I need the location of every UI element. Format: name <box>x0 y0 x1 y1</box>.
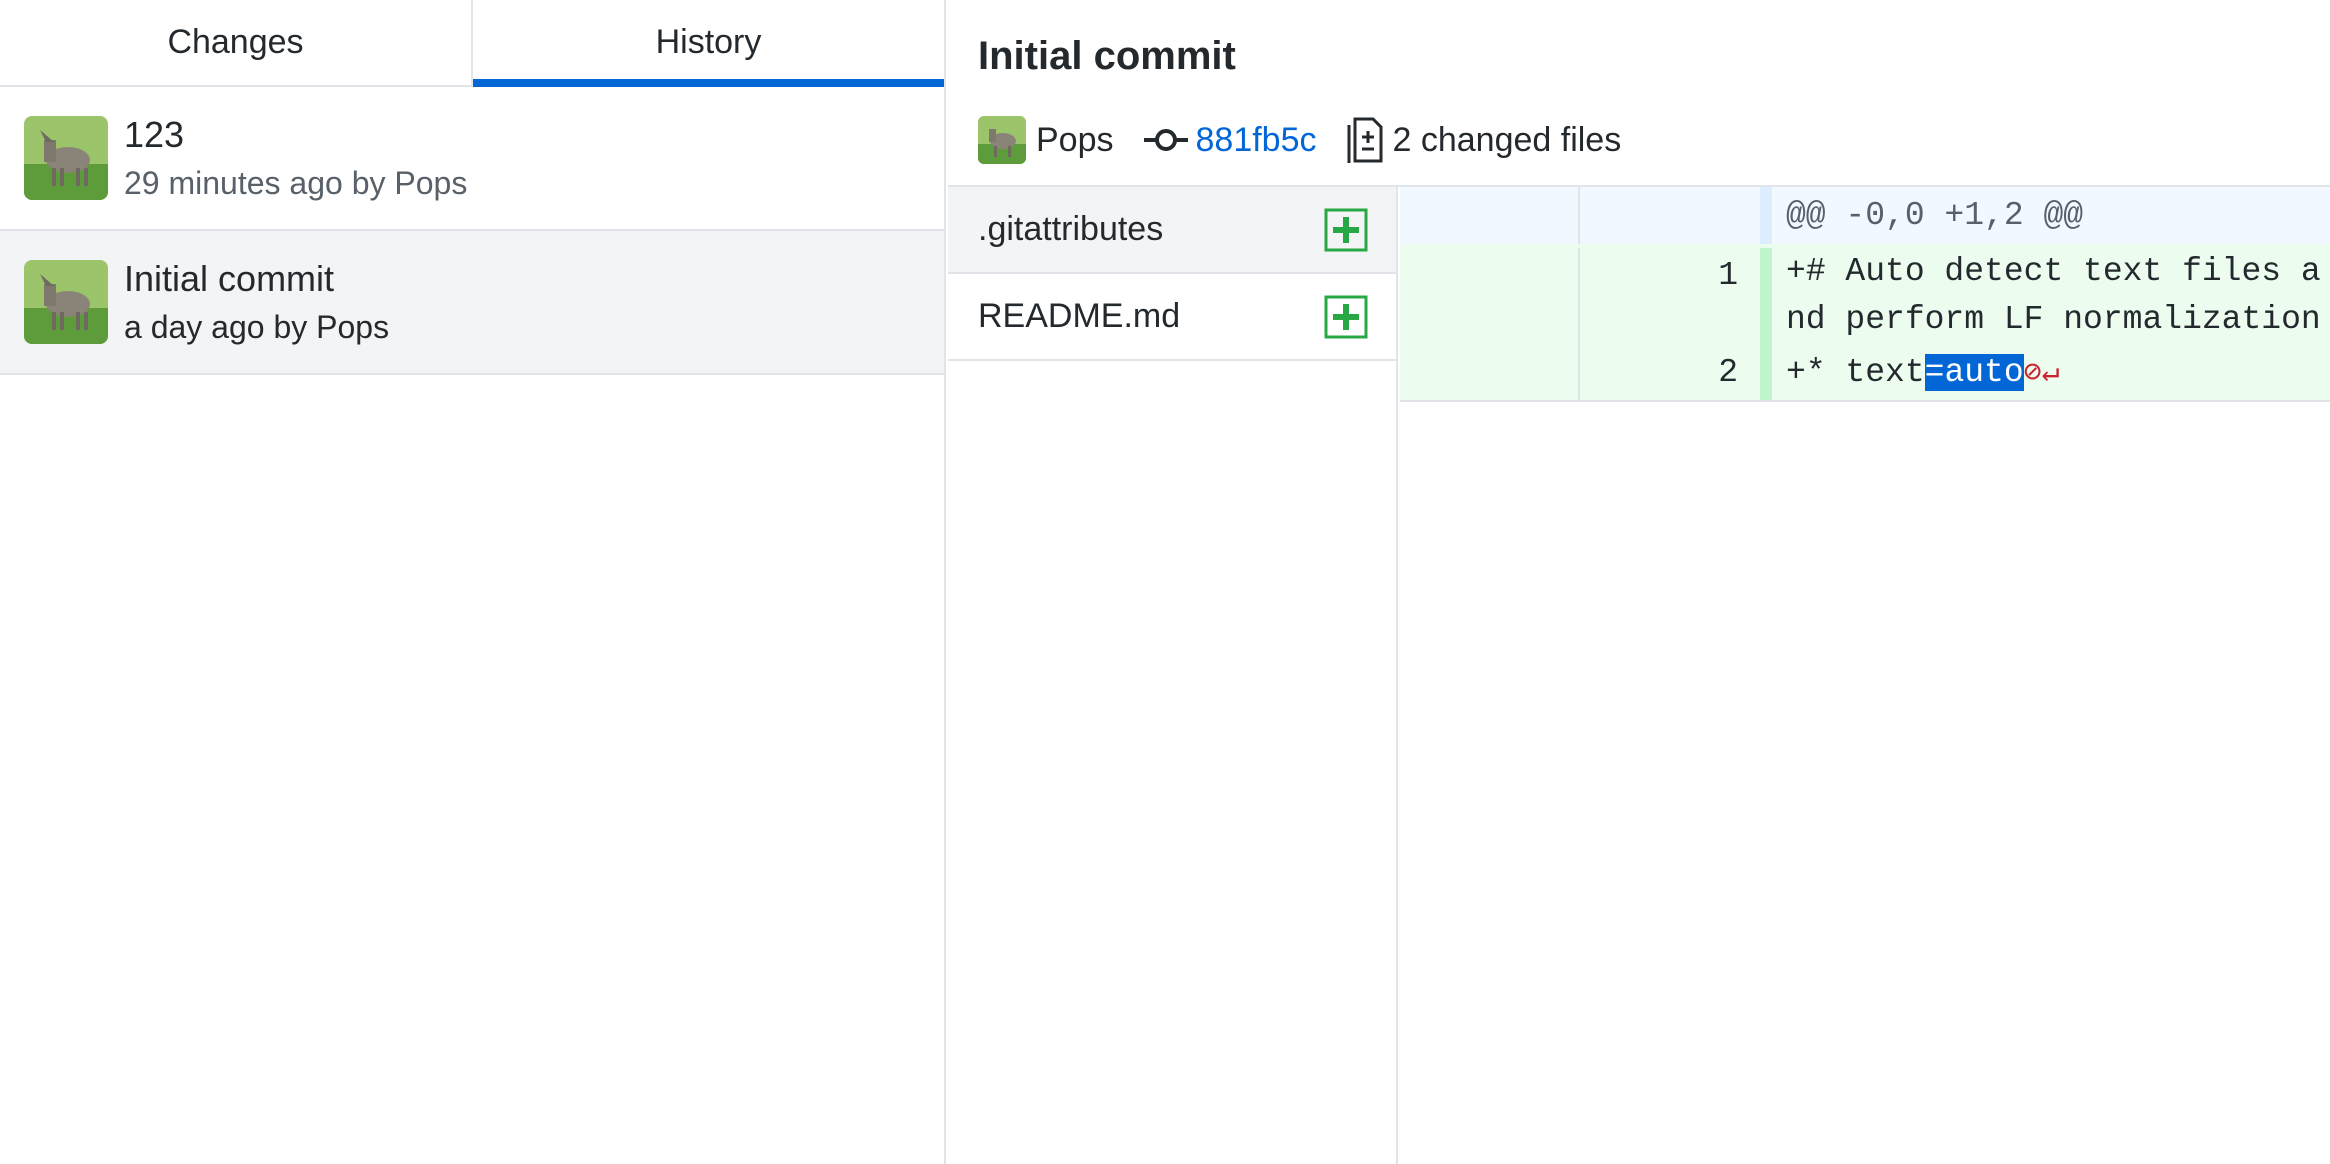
commit-summary: 123 <box>124 114 185 155</box>
old-line-number <box>1400 349 1580 400</box>
commit-list-item[interactable]: Initial commit a day ago by Pops <box>0 231 944 375</box>
commit-list-item[interactable]: 123 29 minutes ago by Pops <box>0 87 944 231</box>
no-newline-icon: ⊘↵ <box>2023 357 2060 391</box>
file-added-icon <box>1324 295 1368 338</box>
file-list-item[interactable]: .gitattributes <box>948 187 1396 274</box>
old-line-number <box>1400 248 1580 349</box>
selected-text: =auto <box>1924 354 2024 391</box>
avatar <box>24 260 108 344</box>
tab-history[interactable]: History <box>471 0 944 87</box>
commit-meta: a day ago by Pops <box>124 309 390 345</box>
old-line-number <box>1400 187 1580 244</box>
new-line-number <box>1580 187 1760 244</box>
commit-list: 123 29 minutes ago by Pops Initial commi… <box>0 87 944 375</box>
commit-summary: Initial commit <box>124 258 335 299</box>
diff-line[interactable]: 2 +* text=auto⊘↵ <box>1400 349 2330 402</box>
hunk-header-text: @@ -0,0 +1,2 @@ <box>1786 197 2084 234</box>
avatar <box>24 116 108 200</box>
file-list-item[interactable]: README.md <box>948 274 1396 361</box>
tab-changes[interactable]: Changes <box>0 0 471 85</box>
sidebar-tabs: Changes History <box>0 0 944 87</box>
commit-author: Pops <box>1036 120 1114 159</box>
changed-files-list: .gitattributes README.md <box>948 187 1398 1164</box>
commit-meta-row: Pops 881fb5c 2 changed files <box>978 112 2330 168</box>
new-line-number: 1 <box>1580 248 1760 349</box>
file-added-icon <box>1324 208 1368 251</box>
commit-sha-link[interactable]: 881fb5c <box>1196 121 1317 160</box>
file-name: README.md <box>978 297 1181 335</box>
diff-files-icon <box>1347 117 1382 163</box>
diff-view[interactable]: @@ -0,0 +1,2 @@ 1 +# Auto detect text fi… <box>1400 187 2330 1164</box>
commit-title: Initial commit <box>978 34 1236 78</box>
changed-files-count: 2 changed files <box>1392 120 1622 159</box>
new-line-number: 2 <box>1580 349 1760 400</box>
commit-summary-header: Initial commit Pops 881fb5c 2 changed fi… <box>948 0 2330 187</box>
author-avatar <box>978 116 1026 164</box>
diff-hunk-header[interactable]: @@ -0,0 +1,2 @@ <box>1400 187 2330 244</box>
diff-line[interactable]: 1 +# Auto detect text files and perform … <box>1400 244 2330 349</box>
git-commit-icon <box>1143 129 1188 151</box>
commit-meta: 29 minutes ago by Pops <box>124 165 468 201</box>
diff-line-text: +# Auto detect text files and perform LF… <box>1786 253 2321 338</box>
diff-line-text: +* text=auto⊘↵ <box>1786 354 2060 391</box>
history-sidebar: Changes History 123 29 minutes ago by Po… <box>0 0 946 1164</box>
file-name: .gitattributes <box>978 210 1164 248</box>
commit-details-panel: Initial commit Pops 881fb5c 2 changed fi… <box>948 0 2330 1164</box>
